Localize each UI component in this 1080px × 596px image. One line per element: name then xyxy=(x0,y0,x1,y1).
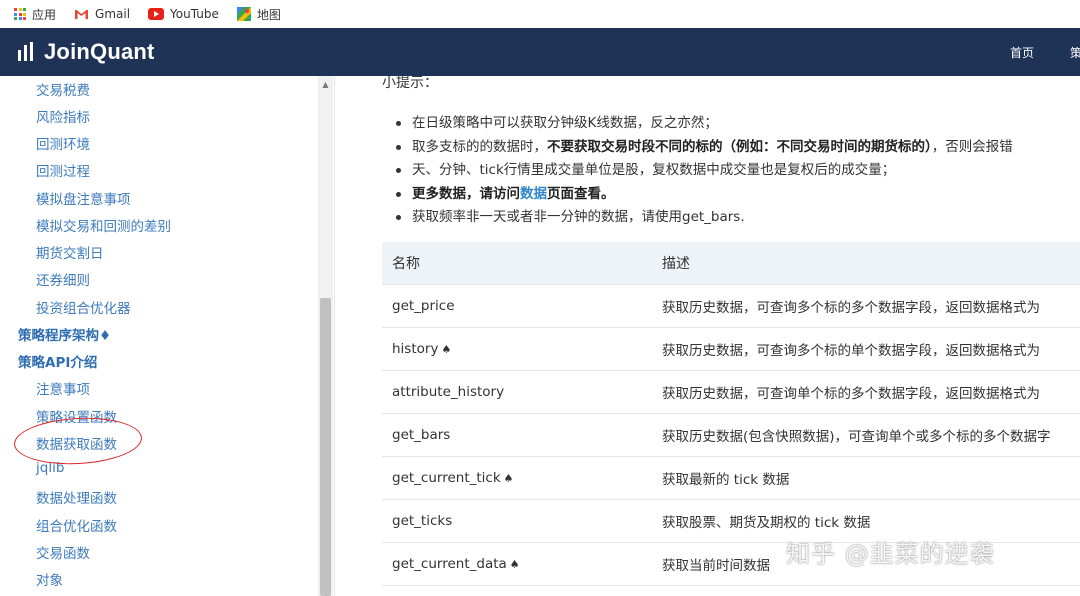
sidebar-item-backtest-process[interactable]: 回测过程 xyxy=(36,160,90,180)
sidebar-item-strategy-framework[interactable]: 策略程序架构♦ xyxy=(18,324,111,344)
sidebar-item-objects[interactable]: 对象 xyxy=(36,569,63,589)
table-row: history ♠ 获取历史数据，可查询多个标的单个数据字段，返回数据格式为 xyxy=(382,327,1080,371)
sidebar-item-jqlib[interactable]: jqlib xyxy=(36,460,64,476)
sidebar-item-notes[interactable]: 注意事项 xyxy=(36,378,90,398)
top-nav: 首页 策 xyxy=(1010,28,1080,76)
function-desc-cell: 获取历史数据，可查询单个标的多个数据字段，返回数据格式为 xyxy=(652,370,1080,414)
sidebar-item-securities-return[interactable]: 还券细则 xyxy=(36,269,90,289)
spade-icon: ♠ xyxy=(503,471,514,485)
function-name-cell[interactable]: attribute_history xyxy=(382,370,652,414)
function-desc-cell: 获取最新的 tick 数据 xyxy=(652,456,1080,500)
sidebar-item-portfolio-optimizer[interactable]: 投资组合优化器 xyxy=(36,297,131,317)
sidebar-item-setting-functions[interactable]: 策略设置函数 xyxy=(36,406,117,426)
column-header-desc: 描述 xyxy=(652,242,1080,285)
spade-icon: ♠ xyxy=(509,557,520,571)
tip-text: 获取频率非一天或者非一分钟的数据，请使用get_bars. xyxy=(412,209,745,225)
tip-item: 取多支标的的数据时，不要获取交易时段不同的标的（例如：不同交易时间的期货标的），… xyxy=(392,136,1080,160)
apps-grid-icon xyxy=(14,8,26,20)
function-name[interactable]: get_current_data xyxy=(392,556,507,572)
function-desc-cell: 获取历史数据，可查询多个标的单个数据字段，返回数据格式为 xyxy=(652,327,1080,371)
function-name[interactable]: get_ticks xyxy=(392,513,452,529)
function-name-cell[interactable]: history ♠ xyxy=(382,327,652,371)
function-name-cell[interactable]: get_bars xyxy=(382,413,652,457)
tip-title: 小提示： xyxy=(382,76,438,91)
nav-home[interactable]: 首页 xyxy=(1010,44,1034,61)
sidebar-item-portfolio-functions[interactable]: 组合优化函数 xyxy=(36,515,117,535)
tip-text: ，否则会报错 xyxy=(931,138,1013,155)
scrollbar-thumb[interactable] xyxy=(320,298,331,596)
function-name[interactable]: attribute_history xyxy=(392,384,504,400)
tip-bold-text: 不要获取交易时段不同的标的（例如：不同交易时间的期货标的） xyxy=(547,138,932,155)
table-row: get_price 获取历史数据，可查询多个标的多个数据字段，返回数据格式为 xyxy=(382,284,1080,328)
tip-text: 取多支标的的数据时， xyxy=(412,138,547,155)
column-header-name: 名称 xyxy=(382,242,652,285)
data-page-link[interactable]: 数据 xyxy=(520,186,547,202)
sidebar-scrollbar[interactable]: ▲ xyxy=(318,76,333,596)
doc-content: 小提示： 在日级策略中可以获取分钟级K线数据，反之亦然； 取多支标的的数据时，不… xyxy=(336,76,1080,596)
sidebar-item-strategy-api[interactable]: 策略API介绍 xyxy=(18,351,97,371)
bookmark-apps[interactable]: 应用 xyxy=(14,6,56,23)
table-row: get_current_tick ♠ 获取最新的 tick 数据 xyxy=(382,456,1080,500)
bookmarks-bar: 应用 Gmail YouTube 地图 xyxy=(0,0,1080,28)
tip-item: 获取频率非一天或者非一分钟的数据，请使用get_bars. xyxy=(392,206,1080,230)
zhihu-watermark: 知乎 @韭菜的逆袭 xyxy=(786,540,995,568)
tip-item: 在日级策略中可以获取分钟级K线数据，反之亦然； xyxy=(392,112,1080,136)
site-header: JoinQuant 首页 策 xyxy=(0,28,1080,76)
tip-text: 在日级策略中可以获取分钟级K线数据，反之亦然； xyxy=(412,115,718,131)
sidebar-item-sim-vs-backtest[interactable]: 模拟交易和回测的差别 xyxy=(36,215,171,235)
function-name-cell[interactable]: get_current_tick ♠ xyxy=(382,456,652,500)
joinquant-logo[interactable]: JoinQuant xyxy=(18,39,155,65)
docs-sidebar: 交易税费 风险指标 回测环境 回测过程 模拟盘注意事项 模拟交易和回测的差别 期… xyxy=(0,76,335,596)
tip-list: 在日级策略中可以获取分钟级K线数据，反之亦然； 取多支标的的数据时，不要获取交易… xyxy=(392,112,1080,230)
gmail-icon xyxy=(74,9,89,20)
table-row: get_bars 获取历史数据(包含快照数据)，可查询单个或多个标的多个数据字 xyxy=(382,413,1080,457)
sidebar-item-backtest-env[interactable]: 回测环境 xyxy=(36,133,90,153)
bookmark-label: 应用 xyxy=(32,7,57,22)
sidebar-item-data-functions[interactable]: 数据获取函数 xyxy=(36,433,117,453)
sidebar-item-trading-fees[interactable]: 交易税费 xyxy=(36,79,90,99)
scroll-up-arrow-icon[interactable]: ▲ xyxy=(318,78,333,92)
function-desc-cell: 获取历史数据(包含快照数据)，可查询单个或多个标的多个数据字 xyxy=(652,413,1080,457)
function-name-cell[interactable]: get_current_data ♠ xyxy=(382,542,652,586)
function-name[interactable]: get_price xyxy=(392,298,455,314)
logo-bars-icon xyxy=(18,42,36,61)
sidebar-item-risk-indicators[interactable]: 风险指标 xyxy=(36,106,90,126)
function-name-cell[interactable]: get_price xyxy=(382,284,652,328)
logo-text: JoinQuant xyxy=(44,39,155,64)
maps-icon xyxy=(236,7,251,21)
bookmark-youtube[interactable]: YouTube xyxy=(148,7,219,21)
sidebar-item-futures-delivery[interactable]: 期货交割日 xyxy=(36,242,104,262)
tip-text: 天、分钟、tick行情里成交量单位是股，复权数据中成交量也是复权后的成交量； xyxy=(412,162,896,178)
bookmark-label: 地图 xyxy=(256,7,281,22)
bookmark-label: YouTube xyxy=(170,7,219,21)
function-name[interactable]: get_bars xyxy=(392,427,450,443)
bookmark-gmail[interactable]: Gmail xyxy=(74,7,130,21)
function-name[interactable]: get_current_tick xyxy=(392,470,501,486)
table-header-row: 名称 描述 xyxy=(382,242,1080,285)
nav-strategy[interactable]: 策 xyxy=(1070,44,1080,61)
bookmark-maps[interactable]: 地图 xyxy=(236,6,281,23)
tip-item: 更多数据，请访问数据页面查看。 xyxy=(392,183,1080,207)
function-desc-cell: 获取历史数据，可查询多个标的多个数据字段，返回数据格式为 xyxy=(652,284,1080,328)
function-name-cell[interactable]: get_ticks xyxy=(382,499,652,543)
youtube-icon xyxy=(148,8,165,20)
tip-bold-text: 更多数据，请访问 xyxy=(412,185,520,202)
sidebar-item-trade-functions[interactable]: 交易函数 xyxy=(36,542,90,562)
spade-icon: ♠ xyxy=(441,342,452,356)
bookmark-label: Gmail xyxy=(95,7,131,21)
sidebar-item-data-processing[interactable]: 数据处理函数 xyxy=(36,487,117,507)
tip-bold-text: 页面查看。 xyxy=(547,185,615,202)
tip-item: 天、分钟、tick行情里成交量单位是股，复权数据中成交量也是复权后的成交量； xyxy=(392,159,1080,183)
sidebar-item-sim-notes[interactable]: 模拟盘注意事项 xyxy=(36,188,131,208)
function-name[interactable]: history xyxy=(392,341,438,357)
table-row: attribute_history 获取历史数据，可查询单个标的多个数据字段，返… xyxy=(382,370,1080,414)
